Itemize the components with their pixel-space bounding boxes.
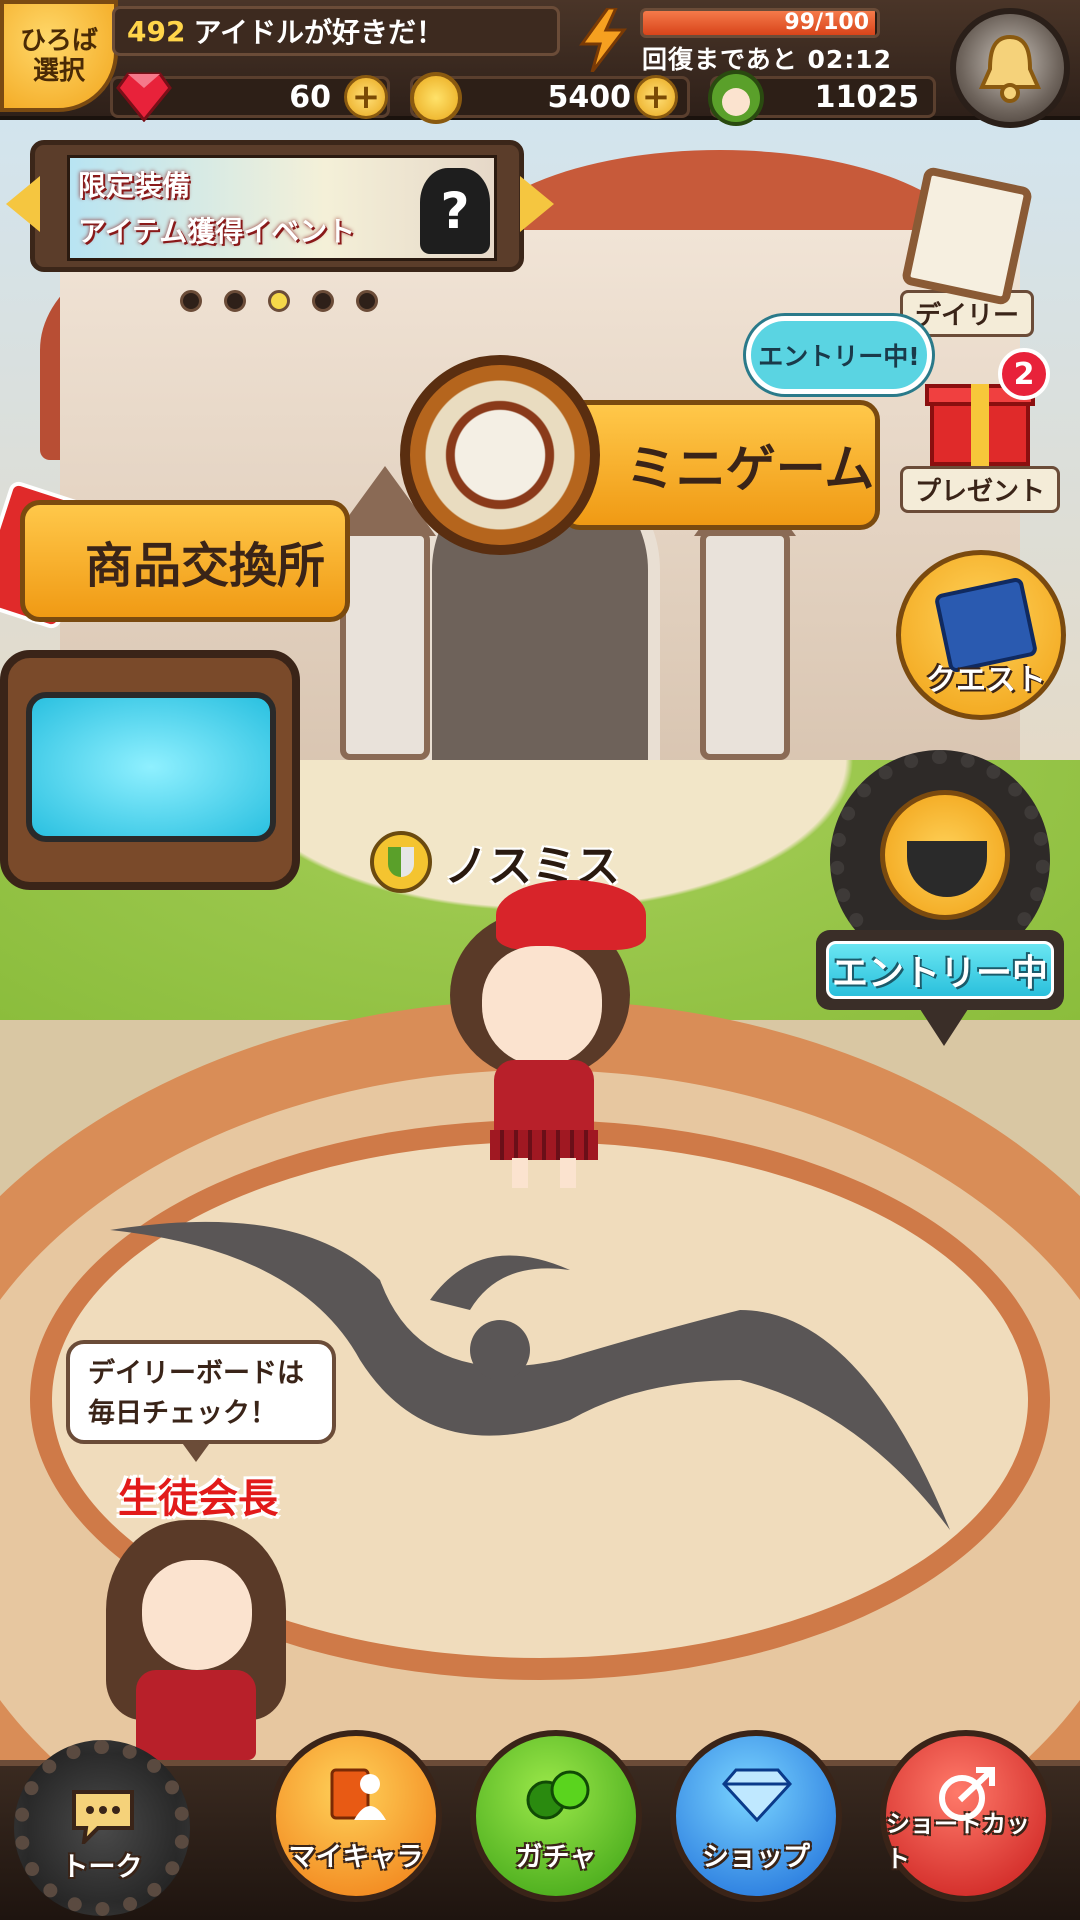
quest-label: クエスト: [926, 663, 1046, 698]
shortcut-arrow-icon: [939, 1767, 995, 1821]
rank-shield-icon: [370, 831, 432, 893]
banner-line1: 限定装備: [78, 169, 191, 202]
coin-icon: [410, 72, 462, 124]
npc-student-council-president[interactable]: [96, 1520, 296, 1760]
diamond-icon: [722, 1768, 792, 1822]
speech-tail: [180, 1440, 212, 1462]
banner-line2: アイテム獲得イベント: [78, 215, 356, 248]
exchange-label: 商品交換所: [84, 538, 325, 594]
event-banner-carousel: 限定装備 アイテム獲得イベント ?: [30, 140, 524, 272]
recover-timer: 回復まであと 02:12: [642, 45, 893, 74]
gacha-label: ガチャ: [515, 1842, 597, 1873]
npc-speech-text: デイリーボードは 毎日チェック！: [88, 1358, 304, 1429]
daily-button[interactable]: デイリー: [900, 165, 1035, 337]
exchange-machine[interactable]: [0, 650, 300, 890]
banner-page-dots: [180, 290, 378, 312]
banner-page-dot[interactable]: [224, 290, 246, 312]
player-character[interactable]: [430, 880, 660, 1200]
my-character-label: マイキャラ: [288, 1842, 424, 1873]
chat-bubble-icon: [72, 1790, 134, 1844]
event-entry-label: エントリー中: [826, 941, 1054, 999]
minigame-label: ミニゲーム: [625, 440, 875, 498]
event-entry-tag[interactable]: エントリー中: [816, 930, 1064, 1010]
friend-avatar-icon: [708, 70, 764, 126]
lightning-icon: [579, 8, 628, 72]
event-entry-button[interactable]: [880, 790, 1010, 920]
room-title: アイドルが好きだ！: [193, 16, 445, 49]
currency-row: 60 + 5400 + 11025: [110, 70, 940, 126]
npc-speech-bubble: デイリーボードは 毎日チェック！: [66, 1340, 336, 1444]
coin-count: 5400: [547, 79, 632, 115]
exchange-shop-button[interactable]: 商品交換所: [20, 500, 350, 622]
present-count-badge: 2: [998, 348, 1050, 400]
room-title-bar: 492 アイドルが好きだ！: [112, 6, 560, 56]
shortcut-button[interactable]: ショートカット: [880, 1730, 1052, 1902]
bell-icon: [978, 34, 1042, 103]
ruby-gem-icon: [116, 72, 172, 122]
stamina-bar: 99/100: [640, 8, 880, 38]
add-coins-button[interactable]: +: [634, 75, 678, 119]
talk-label: トーク: [61, 1852, 143, 1883]
banner-page-dot[interactable]: [312, 290, 334, 312]
shop-button[interactable]: ショップ: [670, 1730, 842, 1902]
cauldron-icon: [907, 841, 987, 897]
character-card-icon: [330, 1768, 386, 1820]
gem-count: 60: [289, 79, 331, 115]
gacha-button[interactable]: ガチャ: [470, 1730, 642, 1902]
banner-prev-arrow[interactable]: [6, 176, 40, 232]
event-entry-pointer: [918, 1006, 970, 1046]
mystery-silhouette-icon: ?: [420, 168, 490, 254]
shop-label: ショップ: [702, 1842, 810, 1873]
banner-page-dot[interactable]: [268, 290, 290, 312]
banner-next-arrow[interactable]: [520, 176, 554, 232]
quest-button[interactable]: クエスト: [896, 550, 1066, 720]
castle-tower-left: [334, 466, 436, 760]
my-character-button[interactable]: マイキャラ: [270, 1730, 442, 1902]
event-banner[interactable]: 限定装備 アイテム獲得イベント ?: [67, 155, 497, 261]
friend-count: 11025: [814, 79, 919, 115]
clipboard-icon: [900, 165, 1034, 307]
present-label: プレゼント: [900, 466, 1061, 513]
stamina-text: 99/100: [784, 10, 869, 35]
banner-page-dot[interactable]: [356, 290, 378, 312]
minigame-button[interactable]: ミニゲーム: [560, 400, 880, 530]
npc-name: 生徒会長: [118, 1476, 278, 1522]
capsule-icon: [526, 1770, 590, 1820]
exchange-machine-screen: [26, 692, 276, 842]
banner-page-dot[interactable]: [180, 290, 202, 312]
room-number: 492: [127, 14, 186, 48]
talk-button[interactable]: トーク: [14, 1740, 190, 1916]
notification-button[interactable]: [950, 8, 1070, 128]
add-gems-button[interactable]: +: [344, 75, 388, 119]
castle-tower-right: [694, 466, 796, 760]
clock-icon[interactable]: [400, 355, 600, 555]
